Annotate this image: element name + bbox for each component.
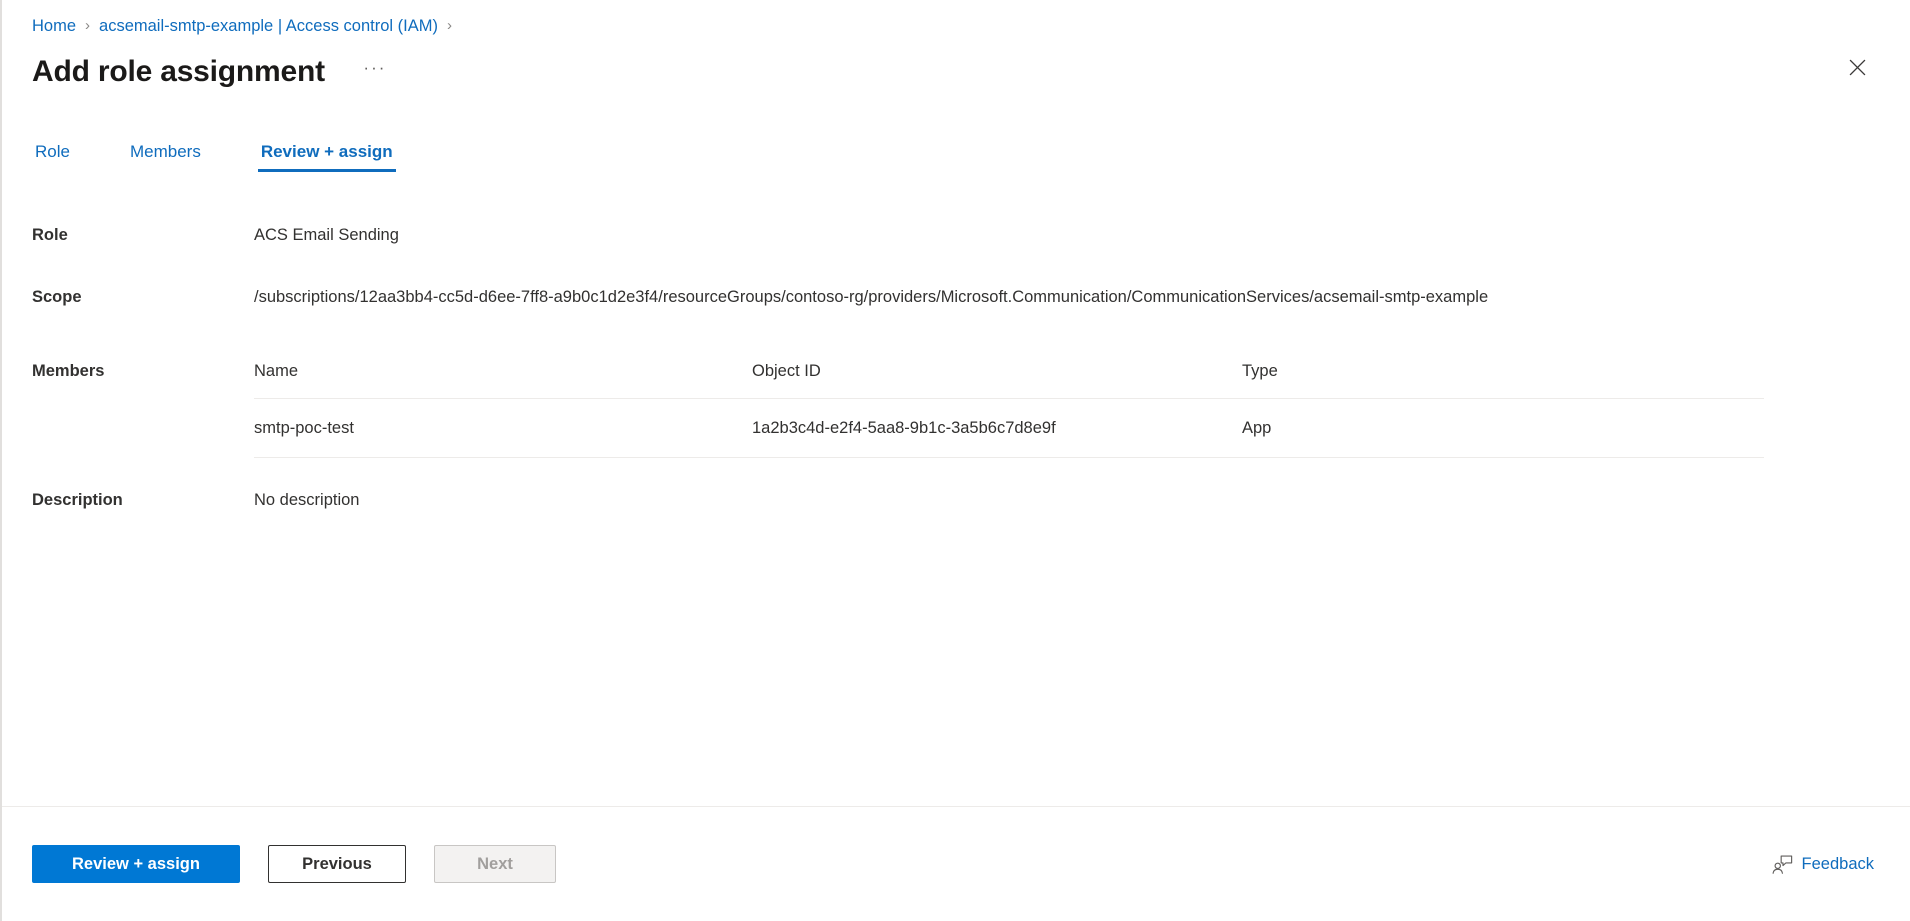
members-label: Members	[32, 362, 105, 380]
breadcrumb: Home › acsemail-smtp-example | Access co…	[32, 14, 1880, 38]
review-content: Role ACS Email Sending Scope /subscripti…	[2, 172, 1910, 806]
breadcrumb-separator-icon: ›	[446, 17, 452, 34]
members-row: Members Name Object ID Type smtp-poc-tes…	[32, 360, 1880, 458]
feedback-link[interactable]: Feedback	[1766, 851, 1880, 878]
role-value: ACS Email Sending	[254, 226, 399, 244]
blade-header: Home › acsemail-smtp-example | Access co…	[2, 0, 1910, 94]
table-row[interactable]: smtp-poc-test 1a2b3c4d-e2f4-5aa8-9b1c-3a…	[254, 399, 1764, 458]
review-assign-button[interactable]: Review + assign	[32, 845, 240, 883]
description-label: Description	[32, 491, 123, 509]
feedback-label: Feedback	[1801, 854, 1874, 873]
scope-label: Scope	[32, 288, 82, 306]
title-row: Add role assignment ···	[32, 50, 1880, 94]
scope-row: Scope /subscriptions/12aa3bb4-cc5d-d6ee-…	[32, 286, 1880, 308]
column-header-name: Name	[254, 362, 299, 380]
members-table: Name Object ID Type smtp-poc-test 1a2b3c…	[254, 360, 1764, 458]
cell-type: App	[1242, 419, 1272, 437]
wizard-tabs: Role Members Review + assign	[2, 136, 1910, 172]
more-options-icon[interactable]: ···	[359, 56, 391, 88]
blade-footer: Review + assign Previous Next Feedback	[2, 806, 1910, 921]
description-row: Description No description	[32, 489, 1880, 511]
next-button: Next	[434, 845, 556, 883]
previous-button[interactable]: Previous	[268, 845, 406, 883]
tab-role[interactable]: Role	[32, 141, 73, 172]
tab-review-assign[interactable]: Review + assign	[257, 141, 396, 172]
role-row: Role ACS Email Sending	[32, 224, 1880, 246]
breadcrumb-separator-icon: ›	[85, 17, 91, 34]
role-label: Role	[32, 226, 68, 244]
breadcrumb-item-access-control[interactable]: acsemail-smtp-example | Access control (…	[99, 15, 438, 37]
close-icon[interactable]	[1840, 50, 1874, 84]
column-header-object-id: Object ID	[752, 362, 821, 380]
breadcrumb-item-home[interactable]: Home	[32, 15, 76, 37]
scope-value: /subscriptions/12aa3bb4-cc5d-d6ee-7ff8-a…	[254, 288, 1489, 306]
cell-object-id: 1a2b3c4d-e2f4-5aa8-9b1c-3a5b6c7d8e9f	[752, 419, 1056, 437]
description-value: No description	[254, 491, 360, 509]
page-title: Add role assignment	[32, 55, 325, 88]
column-header-type: Type	[1242, 362, 1278, 380]
add-role-assignment-blade: Home › acsemail-smtp-example | Access co…	[0, 0, 1910, 921]
members-table-header: Name Object ID Type	[254, 360, 1764, 399]
feedback-person-icon	[1772, 854, 1793, 874]
cell-name: smtp-poc-test	[254, 419, 354, 437]
tab-members[interactable]: Members	[127, 141, 204, 172]
